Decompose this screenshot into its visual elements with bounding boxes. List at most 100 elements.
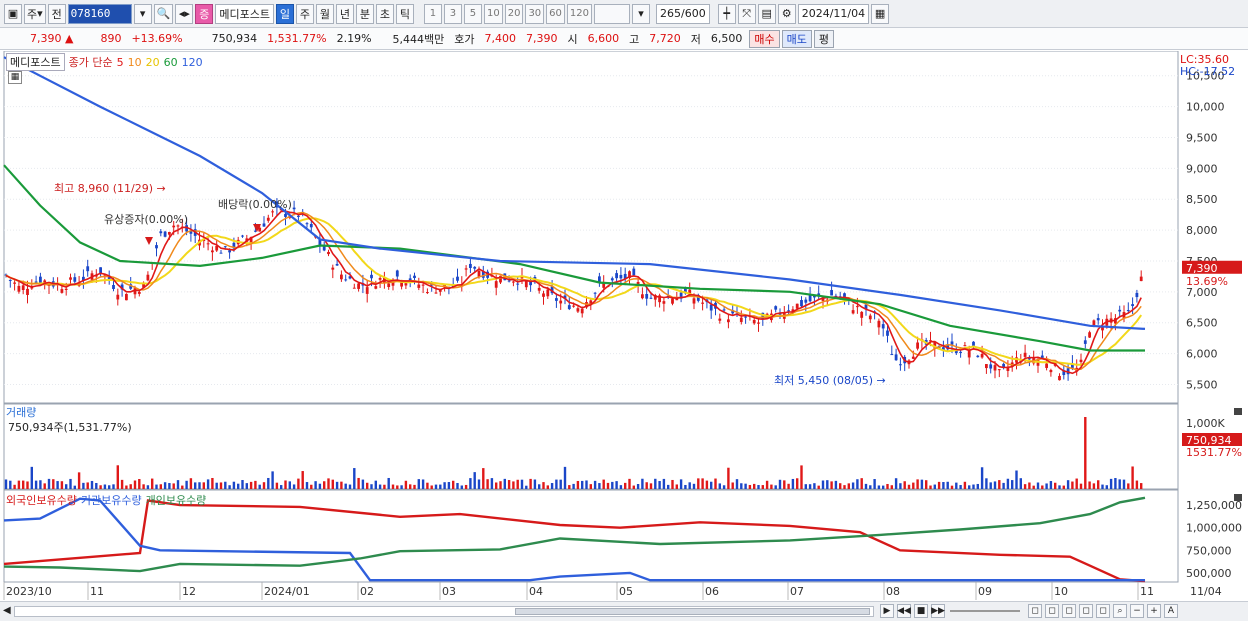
layout-icon-4[interactable]: ◻ <box>1079 604 1093 618</box>
fast-forward-icon[interactable]: ▶▶ <box>931 604 945 618</box>
speaker-icon[interactable]: ◂▸ <box>175 3 194 24</box>
candle-body <box>692 298 696 304</box>
period-second[interactable]: 초 <box>375 3 394 24</box>
minus-icon[interactable]: − <box>1130 604 1144 618</box>
calendar-icon[interactable]: ▦ <box>871 3 890 24</box>
interval-30[interactable]: 30 <box>525 3 545 24</box>
layout-icon-2[interactable]: ◻ <box>1045 604 1059 618</box>
period-month[interactable]: 월 <box>315 3 334 24</box>
interval-dropdown-icon[interactable]: ▾ <box>632 3 650 24</box>
candle-body <box>13 282 16 284</box>
volume-bar <box>761 485 764 489</box>
period-week[interactable]: 주 <box>295 3 314 24</box>
gear-icon[interactable]: ⚙ <box>777 3 796 24</box>
rights-issue-annotation: 유상증자(0.00%) <box>104 213 188 226</box>
volume-bar <box>464 484 468 489</box>
candle-icon[interactable]: ┿ <box>717 3 736 24</box>
scroll-thumb[interactable] <box>515 608 870 615</box>
candle-body <box>163 231 167 237</box>
play-icon[interactable]: ▶ <box>880 604 894 618</box>
volume-bar <box>374 480 377 489</box>
grid-icon[interactable]: ▦ <box>8 71 22 84</box>
volume-bar <box>705 480 709 489</box>
interval-3[interactable]: 3 <box>443 3 462 24</box>
font-size-icon[interactable]: A <box>1164 604 1178 618</box>
prev-button[interactable]: 전 <box>47 3 66 24</box>
draw-tool-icon[interactable]: ⤧ <box>737 3 756 24</box>
volume-bar <box>421 479 425 489</box>
volume-bar <box>198 482 201 489</box>
scroll-left-icon[interactable]: ◀ <box>3 605 11 616</box>
interval-1[interactable]: 1 <box>423 3 442 24</box>
window-icon[interactable]: ▣ <box>4 3 22 24</box>
candle-body <box>211 250 214 253</box>
volume-bar <box>129 484 132 489</box>
layout-icon-3[interactable]: ◻ <box>1062 604 1076 618</box>
zoom-icon[interactable]: ⌕ <box>1113 604 1127 618</box>
candle-body <box>877 320 881 328</box>
code-dropdown-icon[interactable]: ▾ <box>133 3 152 24</box>
candle-body <box>1126 310 1130 312</box>
volume-bar <box>946 481 949 489</box>
sell-button[interactable]: 매도 <box>781 29 812 48</box>
candle-body <box>662 301 666 304</box>
stock-code-input[interactable] <box>67 3 132 24</box>
layout-icon-5[interactable]: ◻ <box>1096 604 1110 618</box>
volume-bar <box>288 481 291 489</box>
period-minute[interactable]: 분 <box>355 3 374 24</box>
price-legend-name[interactable]: 메디포스트 <box>6 53 65 71</box>
volume-bar <box>520 479 524 489</box>
stock-chart-svg[interactable]: 10,50010,0009,5009,0008,5008,0007,5007,0… <box>0 50 1248 601</box>
market-select[interactable]: 주 ▾ <box>24 3 46 24</box>
volume-bar <box>826 480 829 489</box>
volume-bar <box>1122 479 1126 489</box>
candle-body <box>593 292 597 294</box>
interval-120[interactable]: 120 <box>566 3 592 24</box>
period-tick[interactable]: 틱 <box>395 3 414 24</box>
volume-bar <box>937 481 941 489</box>
save-icon[interactable]: ▤ <box>757 3 776 24</box>
candle-body <box>297 215 300 217</box>
date-input[interactable]: 2024/11/04 <box>797 3 870 24</box>
volume-value: 750,934 <box>211 32 258 45</box>
candle-body <box>352 287 356 289</box>
volume-bar <box>254 480 257 489</box>
candle-body <box>1139 276 1143 282</box>
plus-icon[interactable]: + <box>1147 604 1161 618</box>
buy-button[interactable]: 매수 <box>749 29 780 48</box>
volume-bar <box>735 479 739 489</box>
period-day[interactable]: 일 <box>275 3 294 24</box>
volume-bar <box>1084 417 1087 489</box>
volume-bar <box>486 479 489 489</box>
amount-value: 5,444백만 <box>392 32 445 46</box>
eval-button[interactable]: 평 <box>813 29 835 48</box>
candle-body <box>1096 318 1100 321</box>
volume-bar <box>701 478 704 489</box>
layout-icon-1[interactable]: ◻ <box>1028 604 1042 618</box>
interval-custom-input[interactable] <box>594 3 630 24</box>
rewind-icon[interactable]: ◀◀ <box>897 604 911 618</box>
interval-10[interactable]: 10 <box>483 3 503 24</box>
search-icon[interactable]: 🔍 <box>153 3 174 24</box>
zoom-slider[interactable] <box>950 610 1020 612</box>
candle-body <box>795 303 799 309</box>
panel-close-icon[interactable] <box>1234 408 1242 415</box>
interval-5[interactable]: 5 <box>463 3 482 24</box>
volume-bar <box>331 479 334 489</box>
period-year[interactable]: 년 <box>335 3 354 24</box>
candle-body <box>1088 332 1091 338</box>
candle-body <box>327 251 330 255</box>
interval-60[interactable]: 60 <box>546 3 565 24</box>
volume-bar <box>297 478 300 489</box>
count-display[interactable]: 265/600 <box>656 3 710 24</box>
horizontal-scrollbar[interactable] <box>14 606 874 617</box>
volume-bar <box>430 485 433 489</box>
panel-close-icon[interactable] <box>1234 494 1242 501</box>
volume-bar <box>99 485 102 489</box>
candle-body <box>159 231 163 234</box>
interval-20[interactable]: 20 <box>504 3 524 24</box>
candle-body <box>146 274 150 281</box>
chart-area[interactable]: 10,50010,0009,5009,0008,5008,0007,5007,0… <box>0 50 1248 601</box>
stop-icon[interactable]: ■ <box>914 604 928 618</box>
volume-bar <box>847 483 850 489</box>
